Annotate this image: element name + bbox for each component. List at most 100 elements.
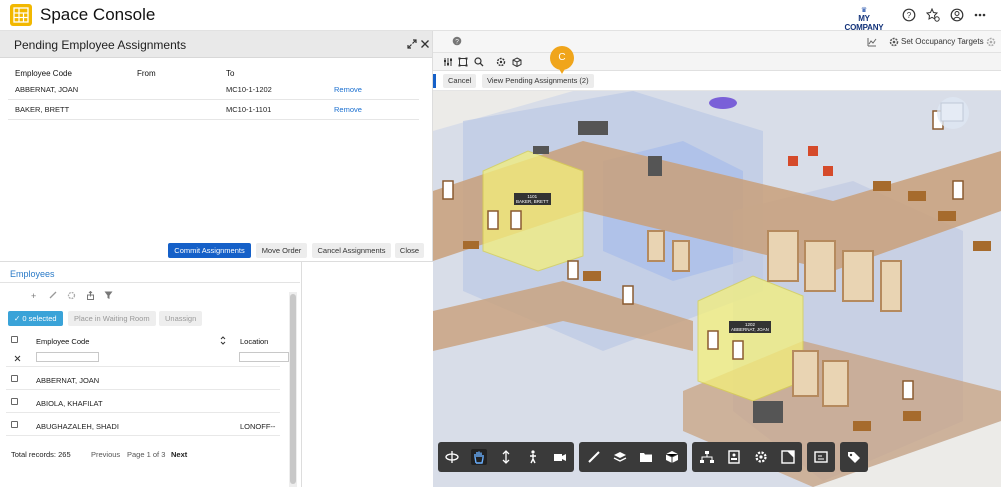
top-bar: Space Console ♛ MY COMPANY INTERNATIONAL… bbox=[0, 0, 1001, 37]
info-icon[interactable]: ? bbox=[452, 36, 462, 49]
employee-name[interactable]: ABUGHAZALEH, SHADI bbox=[36, 422, 119, 431]
room-1101-name: BAKER, BRETT bbox=[516, 199, 549, 204]
folder-icon[interactable] bbox=[638, 449, 654, 465]
star-settings-icon[interactable] bbox=[925, 7, 940, 22]
employee-name: BAKER, BRETT bbox=[15, 105, 70, 114]
previous-page-link[interactable]: Previous bbox=[91, 450, 120, 459]
place-in-waiting-room-button[interactable]: Place in Waiting Room bbox=[68, 311, 156, 326]
view-header: ? Set Occupancy Targets bbox=[433, 31, 1001, 53]
pending-panel-title: Pending Employee Assignments bbox=[14, 38, 187, 52]
view-pending-assignments-button[interactable]: View Pending Assignments (2) bbox=[482, 74, 594, 88]
column-header-to: To bbox=[226, 69, 235, 78]
table-row: BAKER, BRETT MC10-1-1101 Remove bbox=[8, 100, 419, 120]
close-icon[interactable] bbox=[420, 37, 430, 52]
divider bbox=[0, 282, 300, 283]
camera-icon[interactable] bbox=[552, 449, 568, 465]
box-icon[interactable] bbox=[664, 449, 680, 465]
row-divider bbox=[6, 435, 280, 436]
select-all-checkbox[interactable] bbox=[11, 336, 18, 343]
sort-icon[interactable] bbox=[220, 336, 226, 348]
tags-icon[interactable] bbox=[846, 449, 862, 465]
user-icon[interactable] bbox=[950, 8, 964, 22]
cancel-assignments-button[interactable]: Cancel Assignments bbox=[312, 243, 391, 258]
edit-icon[interactable] bbox=[49, 291, 57, 301]
page-indicator: Page 1 of 3 bbox=[127, 450, 166, 459]
row-checkbox[interactable] bbox=[11, 375, 18, 382]
pending-panel-header: Pending Employee Assignments bbox=[0, 31, 432, 58]
settings-gear-icon[interactable] bbox=[889, 37, 899, 50]
elevation-icon[interactable] bbox=[498, 449, 514, 465]
remove-link[interactable]: Remove bbox=[334, 85, 362, 94]
more-icon[interactable] bbox=[973, 8, 987, 22]
view-settings-icon[interactable] bbox=[986, 37, 996, 50]
resize-icon[interactable] bbox=[780, 449, 796, 465]
navigation-toolbar bbox=[438, 442, 574, 472]
hierarchy-icon[interactable] bbox=[699, 449, 715, 465]
employee-name[interactable]: ABBERNAT, JOAN bbox=[36, 376, 99, 385]
employee-name[interactable]: ABIOLA, KHAFILAT bbox=[36, 399, 103, 408]
layers-icon[interactable] bbox=[612, 449, 628, 465]
label-icon[interactable] bbox=[813, 449, 829, 465]
check-icon: ✓ bbox=[14, 314, 21, 323]
set-occupancy-link[interactable]: Set Occupancy Targets bbox=[901, 37, 984, 46]
search-icon[interactable] bbox=[474, 57, 484, 70]
column-header-employee-code[interactable]: Employee Code bbox=[36, 337, 89, 346]
cube-icon[interactable] bbox=[512, 57, 522, 70]
pan-hand-icon[interactable] bbox=[471, 449, 487, 465]
row-divider bbox=[6, 366, 280, 367]
badge-card-icon[interactable] bbox=[726, 449, 742, 465]
tools-toolbar bbox=[579, 442, 687, 472]
app-title: Space Console bbox=[40, 5, 156, 24]
employee-name: ABBERNAT, JOAN bbox=[15, 85, 79, 94]
location-filter-input[interactable] bbox=[239, 352, 289, 362]
labels-toolbar bbox=[807, 442, 835, 472]
close-button[interactable]: Close bbox=[395, 243, 424, 258]
remove-link[interactable]: Remove bbox=[334, 105, 362, 114]
company-name: MY COMPANY bbox=[844, 14, 884, 32]
share-icon[interactable] bbox=[86, 290, 95, 302]
filter-icon[interactable] bbox=[104, 291, 113, 302]
cog-icon[interactable] bbox=[496, 57, 506, 70]
settings-icon[interactable] bbox=[753, 449, 769, 465]
room-1202-label: 1202 ABBERNAT, JOAN bbox=[729, 321, 771, 333]
row-divider bbox=[6, 389, 280, 390]
selected-count-button[interactable]: ✓ 0 selected bbox=[8, 311, 63, 326]
view-toolbar bbox=[433, 53, 1001, 71]
select-area-icon[interactable] bbox=[458, 57, 468, 70]
to-location: MC10-1-1202 bbox=[226, 85, 272, 94]
gear-icon[interactable] bbox=[67, 291, 76, 302]
callout-badge: C bbox=[550, 46, 574, 74]
scrollbar-thumb[interactable] bbox=[290, 294, 296, 484]
floor-3d-view[interactable]: ? Set Occupancy Targets Cancel View Pend… bbox=[433, 31, 1001, 487]
help-icon[interactable]: ? bbox=[902, 8, 916, 22]
move-order-button[interactable]: Move Order bbox=[256, 243, 307, 258]
row-divider bbox=[6, 412, 280, 413]
column-header-location[interactable]: Location bbox=[240, 337, 268, 346]
to-location: MC10-1-1101 bbox=[226, 105, 272, 114]
orbit-icon[interactable] bbox=[444, 449, 460, 465]
sliders-icon[interactable] bbox=[443, 57, 453, 70]
room-1101-label: 1101 BAKER, BRETT bbox=[514, 193, 551, 205]
employees-title[interactable]: Employees bbox=[10, 269, 55, 279]
walk-person-icon[interactable] bbox=[525, 449, 541, 465]
row-checkbox[interactable] bbox=[11, 421, 18, 428]
clear-filter-icon[interactable] bbox=[14, 353, 21, 365]
svg-text:?: ? bbox=[907, 11, 912, 20]
cancel-button[interactable]: Cancel bbox=[443, 74, 477, 88]
app-logo bbox=[10, 4, 32, 26]
measure-icon[interactable] bbox=[586, 449, 602, 465]
floor-plan-rendering[interactable] bbox=[433, 91, 1001, 487]
table-row: ABBERNAT, JOAN MC10-1-1202 Remove bbox=[8, 80, 419, 100]
employees-scrollbar[interactable] bbox=[289, 292, 297, 487]
view-options-toolbar bbox=[692, 442, 802, 472]
selected-count: 0 selected bbox=[22, 314, 57, 323]
unassign-button[interactable]: Unassign bbox=[159, 311, 203, 326]
commit-assignments-button[interactable]: Commit Assignments bbox=[168, 243, 251, 258]
row-checkbox[interactable] bbox=[11, 398, 18, 405]
chart-icon[interactable] bbox=[867, 37, 877, 50]
next-page-link[interactable]: Next bbox=[171, 450, 187, 459]
add-icon[interactable]: + bbox=[31, 291, 36, 301]
employee-code-filter-input[interactable] bbox=[36, 352, 99, 362]
expand-icon[interactable] bbox=[407, 37, 417, 52]
room-1202-name: ABBERNAT, JOAN bbox=[731, 327, 769, 332]
